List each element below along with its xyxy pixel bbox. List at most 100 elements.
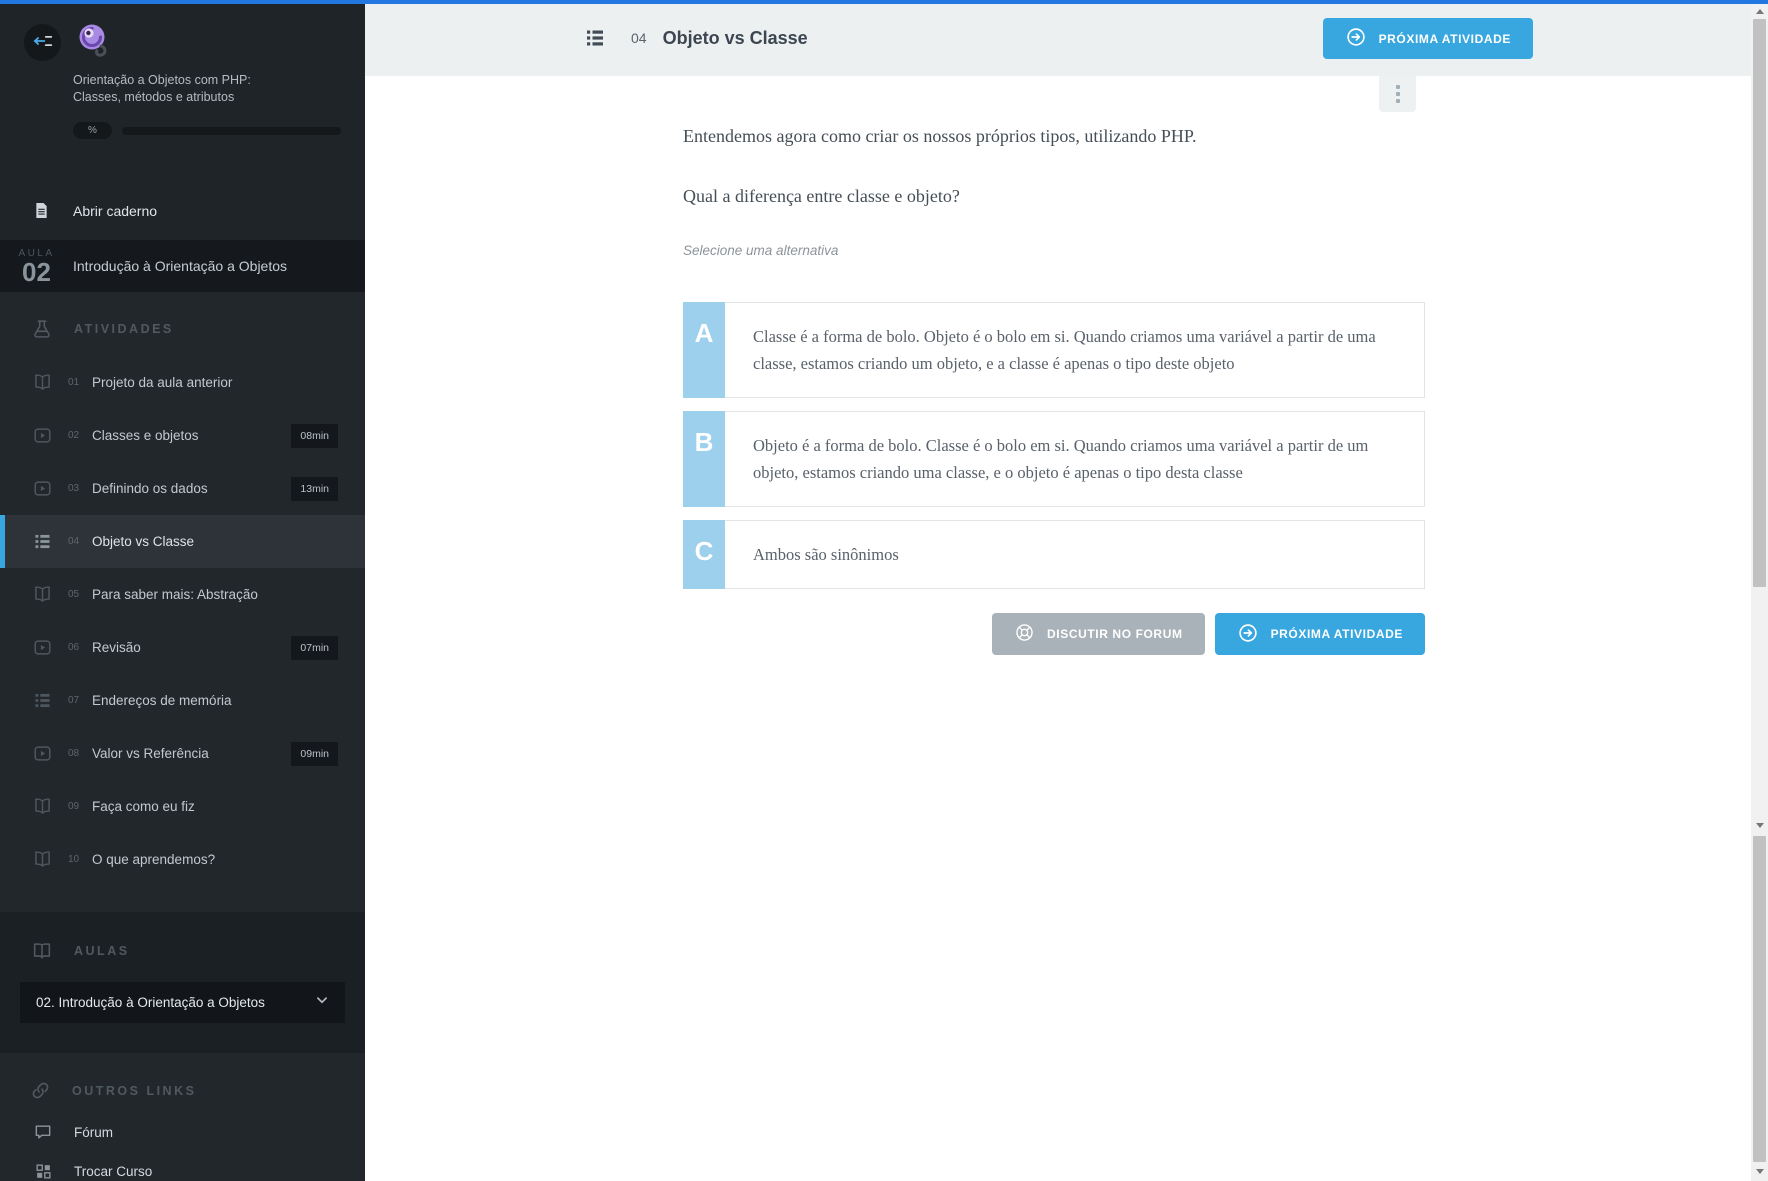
open-notebook-button[interactable]: Abrir caderno — [0, 187, 365, 240]
activity-header: 04 Objeto vs Classe PRÓXIMA ATIVIDADE — [365, 0, 1768, 112]
more-options-button[interactable] — [1379, 76, 1416, 112]
chat-icon — [32, 1122, 54, 1142]
kebab-dot — [1395, 99, 1400, 103]
activity-item[interactable]: 10 O que aprendemos? — [0, 833, 365, 886]
list-icon — [30, 690, 54, 711]
activities-header: ATIVIDADES — [74, 322, 174, 336]
activity-duration-badge: 09min — [291, 741, 338, 766]
book-icon — [30, 584, 54, 605]
activity-duration-badge: 07min — [291, 635, 338, 660]
activity-label: Para saber mais: Abstração — [92, 587, 258, 602]
course-title: Orientação a Objetos com PHP: Classes, m… — [73, 73, 251, 104]
activities-list: 01 Projeto da aula anterior 02 Classes e… — [0, 356, 365, 912]
activity-item[interactable]: 08 Valor vs Referência 09min — [0, 727, 365, 780]
select-alternative-hint: Selecione uma alternativa — [683, 243, 839, 258]
lesson-number: 02 — [22, 256, 51, 287]
main-content: 04 Objeto vs Classe PRÓXIMA ATIVIDADE En… — [365, 0, 1768, 1181]
activity-label: Endereços de memória — [92, 693, 232, 708]
video-icon — [30, 743, 54, 764]
scroll-down-arrow[interactable] — [1751, 1164, 1768, 1178]
app-window: Orientação a Objetos com PHP: Classes, m… — [0, 0, 1768, 1181]
kebab-dot — [1395, 92, 1400, 96]
question-area: Entendemos agora como criar os nossos pr… — [365, 76, 1768, 655]
activity-label: Valor vs Referência — [92, 746, 209, 761]
chevron-down-icon — [313, 991, 331, 1014]
next-activity-button-bottom[interactable]: PRÓXIMA ATIVIDADE — [1214, 613, 1425, 655]
arrow-right-circle-icon — [1237, 622, 1259, 647]
activity-number: 01 — [68, 377, 80, 388]
activity-number: 02 — [68, 430, 80, 441]
activity-number: 04 — [68, 536, 80, 547]
activity-item[interactable]: 01 Projeto da aula anterior — [0, 356, 365, 409]
activity-label: Objeto vs Classe — [92, 534, 195, 549]
lesson-title: Introdução à Orientação a Objetos — [73, 258, 288, 274]
discuss-forum-button[interactable]: DISCUTIR NO FORUM — [992, 613, 1205, 655]
book-icon — [30, 372, 54, 393]
next-activity-button-top[interactable]: PRÓXIMA ATIVIDADE — [1322, 18, 1533, 59]
activity-duration-badge: 13min — [291, 476, 338, 501]
alternative-text: Objeto é a forma de bolo. Classe é o bol… — [725, 411, 1425, 507]
notebook-label: Abrir caderno — [73, 202, 158, 219]
video-icon — [30, 478, 54, 499]
lessons-section: AULAS 02. Introdução à Orientação a Obje… — [0, 912, 365, 1053]
activity-number: 10 — [68, 854, 80, 865]
activity-item[interactable]: 03 Definindo os dados 13min — [0, 462, 365, 515]
other-links-list: Fórum Trocar Curso — [0, 1122, 365, 1181]
activity-item[interactable]: 09 Faça como eu fiz — [0, 780, 365, 833]
activity-label: Classes e objetos — [92, 428, 199, 443]
activities-section: ATIVIDADES 01 Projeto da aula anterior 0… — [0, 292, 365, 912]
sidebar-link[interactable]: Fórum — [0, 1122, 365, 1142]
activity-item[interactable]: 02 Classes e objetos 08min — [0, 409, 365, 462]
lesson-select-value: 02. Introdução à Orientação a Objetos — [36, 995, 265, 1010]
scroll-up-arrow[interactable] — [1751, 4, 1768, 18]
kebab-dot — [1395, 85, 1400, 89]
activity-number: 06 — [68, 642, 80, 653]
activity-label: Projeto da aula anterior — [92, 375, 233, 390]
video-icon — [30, 425, 54, 446]
notebook-icon — [32, 201, 51, 220]
alternative-option[interactable]: C Ambos são sinônimos — [683, 520, 1425, 589]
activity-number: 08 — [68, 748, 80, 759]
activity-duration-badge: 08min — [291, 423, 338, 448]
quiz-list-icon — [583, 26, 607, 50]
video-icon — [30, 637, 54, 658]
activity-item[interactable]: 07 Endereços de memória — [0, 674, 365, 727]
question-paragraph: Entendemos agora como criar os nossos pr… — [683, 126, 1197, 146]
page-title: Objeto vs Classe — [662, 27, 808, 48]
activity-number: 04 — [631, 30, 647, 46]
activity-item[interactable]: 05 Para saber mais: Abstração — [0, 568, 365, 621]
activity-item[interactable]: 04 Objeto vs Classe — [0, 515, 365, 568]
scrollbar-thumb[interactable] — [1753, 19, 1766, 587]
activity-item[interactable]: 06 Revisão 07min — [0, 621, 365, 674]
book-icon — [30, 849, 54, 870]
book-icon — [30, 796, 54, 817]
grid-icon — [32, 1162, 54, 1181]
alternatives-list: A Classe é a forma de bolo. Objeto é o b… — [683, 302, 1425, 589]
sidebar-link[interactable]: Trocar Curso — [0, 1162, 365, 1181]
sidebar-link-label: Fórum — [74, 1124, 114, 1140]
scrollbar-thumb[interactable] — [1753, 836, 1766, 1162]
alternative-letter: C — [683, 520, 725, 589]
chain-link-icon — [28, 1079, 52, 1102]
question-paragraph: Qual a diferença entre classe e objeto? — [683, 186, 960, 206]
open-book-icon — [30, 940, 54, 962]
course-logo-icon — [72, 20, 118, 66]
progress-bar — [121, 126, 341, 135]
activity-number: 03 — [68, 483, 80, 494]
flask-icon — [30, 318, 54, 340]
top-accent-bar — [0, 0, 1768, 4]
sidebar-link-label: Trocar Curso — [74, 1164, 153, 1179]
collapse-sidebar-button[interactable] — [24, 24, 61, 61]
lesson-select[interactable]: 02. Introdução à Orientação a Objetos — [20, 982, 345, 1023]
alternative-text: Classe é a forma de bolo. Objeto é o bol… — [725, 302, 1425, 398]
life-buoy-icon — [1014, 622, 1035, 646]
alternative-option[interactable]: B Objeto é a forma de bolo. Classe é o b… — [683, 411, 1425, 507]
other-links-section: OUTROS LINKS Fórum Trocar Curso — [0, 1053, 365, 1181]
alternative-text: Ambos são sinônimos — [725, 520, 1425, 589]
activity-label: Revisão — [92, 640, 141, 655]
scroll-down-arrow[interactable] — [1751, 818, 1768, 832]
activity-label: Faça como eu fiz — [92, 799, 195, 814]
activity-label: Definindo os dados — [92, 481, 208, 496]
lessons-header: AULAS — [74, 944, 130, 958]
alternative-option[interactable]: A Classe é a forma de bolo. Objeto é o b… — [683, 302, 1425, 398]
